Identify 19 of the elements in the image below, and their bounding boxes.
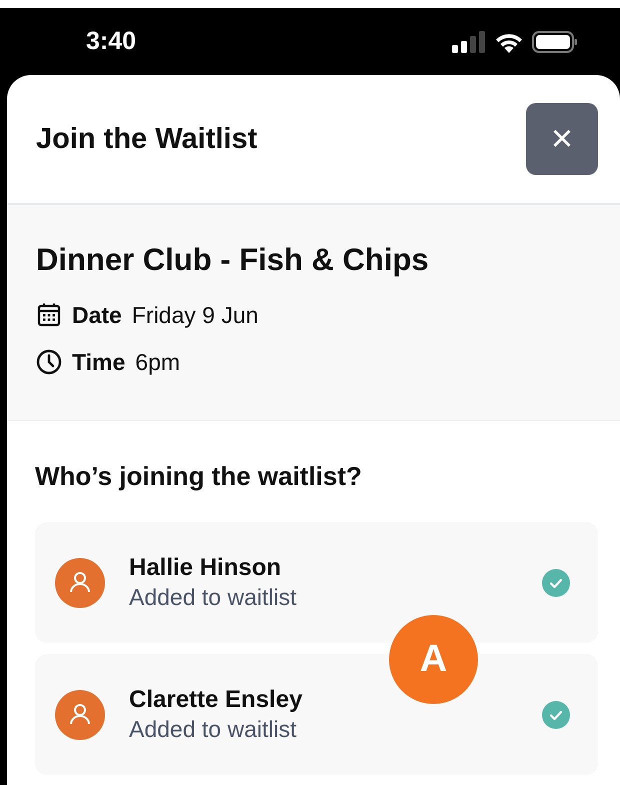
sheet-title: Join the Waitlist	[36, 122, 258, 156]
attendee-status: Added to waitlist	[129, 715, 298, 744]
clock-icon	[36, 348, 62, 375]
attendee-status: Added to waitlist	[129, 583, 298, 612]
attendee-name: Hallie Hinson	[129, 553, 282, 584]
avatar-icon	[55, 690, 105, 740]
battery-icon	[532, 30, 578, 52]
status-time: 3:40	[86, 26, 136, 57]
signal-icon	[452, 30, 486, 52]
detail-value: Friday 9 Jun	[132, 301, 258, 330]
avatar-icon	[55, 558, 105, 608]
event-title: Dinner Club - Fish & Chips	[36, 241, 430, 278]
section-heading: Who’s joining the waitlist?	[35, 461, 363, 492]
detail-label: Time	[72, 348, 126, 377]
attendee-name: Clarette Ensley	[129, 685, 304, 716]
close-button[interactable]: ×	[526, 103, 598, 175]
calendar-icon	[36, 302, 62, 328]
detail-value: 6pm	[135, 348, 180, 377]
detail-label: Date	[72, 301, 122, 330]
